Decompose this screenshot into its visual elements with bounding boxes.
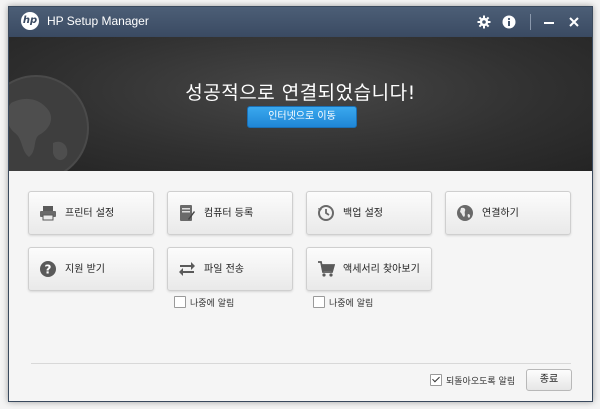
titlebar-separator (530, 14, 531, 30)
printer-icon (39, 204, 57, 222)
tile-label: 컴퓨터 등록 (204, 207, 254, 219)
info-icon (502, 15, 516, 29)
tile-label: 파일 전송 (204, 263, 244, 275)
connected-message: 성공적으로 연결되었습니다! (185, 82, 416, 104)
footer-divider (31, 363, 571, 364)
transfer-arrows-icon (178, 260, 196, 278)
backup-setup-tile[interactable]: 백업 설정 (306, 191, 432, 235)
tile-label: 액세서리 찾아보기 (343, 263, 420, 275)
printer-setup-tile[interactable]: 프린터 설정 (28, 191, 154, 235)
hp-setup-manager-window: hp HP Setup Manager 성공적으로 연결되었습니다! 인터넷으로… (8, 6, 593, 402)
remind-later-label: 나중에 알림 (329, 298, 374, 309)
file-transfer-remind-checkbox[interactable] (174, 296, 186, 308)
return-reminder: 되돌아오도록 알림 (430, 373, 515, 387)
register-icon (178, 204, 196, 222)
close-window-button[interactable] (564, 12, 584, 32)
minimize-button[interactable] (539, 12, 559, 32)
find-accessories-tile[interactable]: 액세서리 찾아보기 (306, 247, 432, 291)
accessories-remind-checkbox[interactable] (313, 296, 325, 308)
go-to-internet-button[interactable]: 인터넷으로 이동 (247, 106, 357, 128)
gear-icon (477, 15, 491, 29)
tile-label: 지원 받기 (65, 263, 105, 275)
hp-logo-icon: hp (21, 12, 39, 30)
file-transfer-remind-later: 나중에 알림 (174, 295, 234, 309)
tile-label: 백업 설정 (343, 207, 383, 219)
connect-tile[interactable]: 연결하기 (445, 191, 571, 235)
close-icon (569, 17, 579, 27)
app-title: HP Setup Manager (47, 14, 149, 28)
connection-banner: 성공적으로 연결되었습니다! 인터넷으로 이동 (9, 37, 592, 171)
shopping-cart-icon (317, 260, 335, 278)
remind-later-label: 나중에 알림 (190, 298, 235, 309)
tile-label: 프린터 설정 (65, 207, 115, 219)
settings-button[interactable] (474, 12, 494, 32)
tile-label: 연결하기 (482, 207, 519, 219)
info-button[interactable] (499, 12, 519, 32)
get-support-tile[interactable]: ? 지원 받기 (28, 247, 154, 291)
backup-clock-icon (317, 204, 335, 222)
computer-registration-tile[interactable]: 컴퓨터 등록 (167, 191, 293, 235)
file-transfer-tile[interactable]: 파일 전송 (167, 247, 293, 291)
help-icon: ? (39, 260, 57, 278)
accessories-remind-later: 나중에 알림 (313, 295, 373, 309)
return-reminder-label: 되돌아오도록 알림 (446, 376, 516, 387)
globe-icon (456, 204, 474, 222)
title-bar: hp HP Setup Manager (9, 7, 592, 37)
svg-text:?: ? (45, 263, 52, 277)
minimize-icon (544, 22, 554, 24)
exit-button[interactable]: 종료 (526, 369, 572, 391)
return-reminder-checkbox[interactable] (430, 374, 442, 386)
